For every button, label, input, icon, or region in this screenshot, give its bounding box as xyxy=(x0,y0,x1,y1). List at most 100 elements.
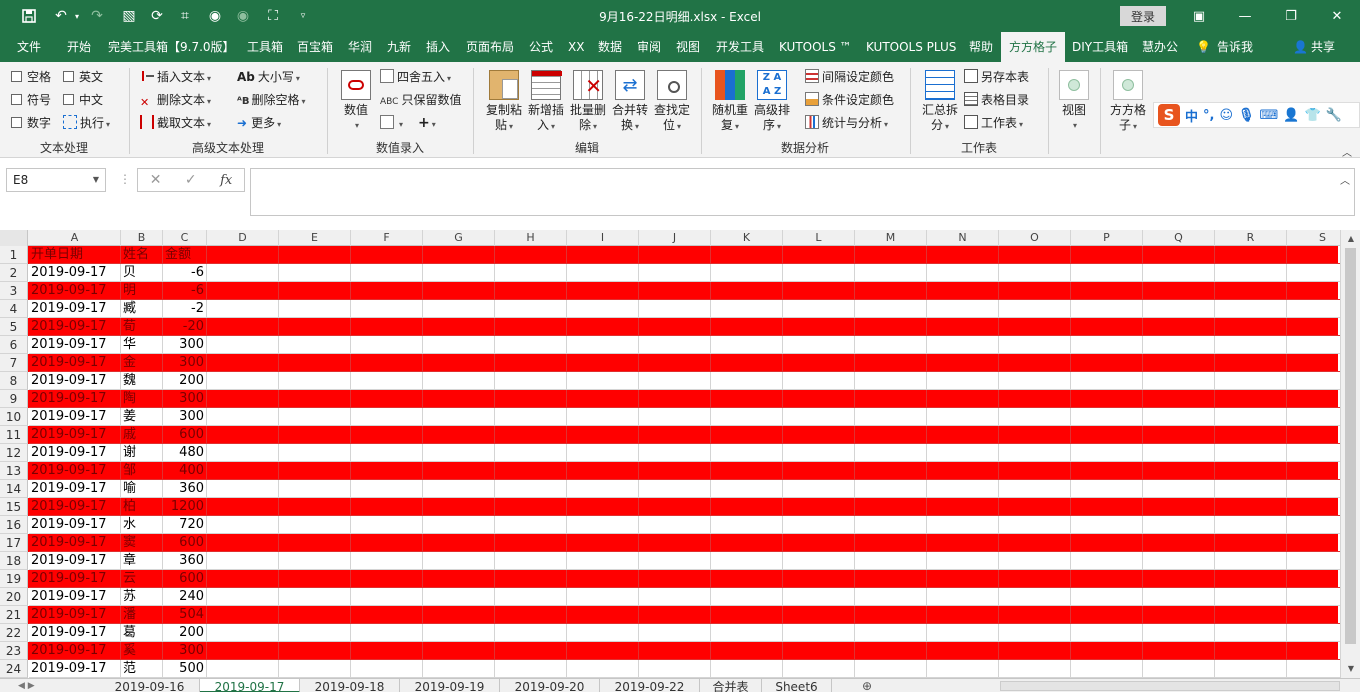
tab-6[interactable]: 九新 xyxy=(387,32,411,62)
ribbon-display-icon[interactable]: ▣ xyxy=(1184,4,1214,28)
tab-12[interactable]: 审阅 xyxy=(637,32,661,62)
close-icon[interactable]: ✕ xyxy=(1322,4,1352,28)
cell-a[interactable]: 开单日期 xyxy=(29,246,121,264)
cell-empty[interactable] xyxy=(639,480,711,498)
cell-c[interactable]: 300 xyxy=(163,408,207,426)
tab-0[interactable]: 文件 xyxy=(17,32,41,62)
more-button[interactable]: ➜ 更多 ▾ xyxy=(237,113,281,133)
cell-b[interactable]: 陶 xyxy=(121,390,163,408)
cell-empty[interactable] xyxy=(279,300,351,318)
cell-empty[interactable] xyxy=(1143,264,1215,282)
cell-empty[interactable] xyxy=(567,426,639,444)
scroll-down-icon[interactable]: ▼ xyxy=(1345,663,1357,675)
wrench-icon[interactable]: 🔧 xyxy=(1326,108,1342,123)
delete-space-button[interactable]: ᴬB 删除空格 ▾ xyxy=(237,90,306,110)
cell-c[interactable]: 600 xyxy=(163,570,207,588)
case-button[interactable]: Ab 大小写 ▾ xyxy=(237,67,300,87)
cell-empty[interactable] xyxy=(927,588,999,606)
emoji-icon[interactable]: ☺ xyxy=(1219,108,1233,123)
cell-empty[interactable] xyxy=(351,606,423,624)
cell-empty[interactable] xyxy=(1143,606,1215,624)
cell-empty[interactable] xyxy=(1143,588,1215,606)
cell-b[interactable]: 柏 xyxy=(121,498,163,516)
collapse-formula-icon[interactable]: ︿ xyxy=(1340,172,1350,187)
cell-empty[interactable] xyxy=(351,426,423,444)
restore-icon[interactable]: ❐ xyxy=(1276,4,1306,28)
cell-empty[interactable] xyxy=(495,390,567,408)
cell-a[interactable]: 2019-09-17 xyxy=(29,516,121,534)
cell-b[interactable]: 姜 xyxy=(121,408,163,426)
cell-empty[interactable] xyxy=(855,282,927,300)
cell-empty[interactable] xyxy=(495,660,567,678)
cell-empty[interactable] xyxy=(567,480,639,498)
sheet-tab-5[interactable]: 2019-09-22 xyxy=(600,679,700,692)
cell-b[interactable]: 明 xyxy=(121,282,163,300)
sheet-nav-arrows-icon[interactable]: ◀ ▶ xyxy=(18,679,35,692)
cell-empty[interactable] xyxy=(711,498,783,516)
add-sheet-icon[interactable]: ⊕ xyxy=(862,679,872,692)
column-header-o[interactable]: O xyxy=(999,230,1071,246)
cell-empty[interactable] xyxy=(423,498,495,516)
column-header-l[interactable]: L xyxy=(783,230,855,246)
select-all-corner[interactable] xyxy=(0,230,28,246)
cell-c[interactable]: 600 xyxy=(163,426,207,444)
cell-empty[interactable] xyxy=(783,588,855,606)
new-insert-button[interactable]: 新增插入 ▾ xyxy=(524,70,568,134)
cell-empty[interactable] xyxy=(855,246,927,264)
tab-8[interactable]: 页面布局 xyxy=(466,32,514,62)
cell-b[interactable]: 戚 xyxy=(121,426,163,444)
insert-function-icon[interactable]: fx xyxy=(220,173,232,188)
cell-empty[interactable] xyxy=(279,606,351,624)
cell-a[interactable]: 2019-09-17 xyxy=(29,318,121,336)
cell-empty[interactable] xyxy=(279,426,351,444)
cell-empty[interactable] xyxy=(999,570,1071,588)
cell-empty[interactable] xyxy=(351,552,423,570)
cell-empty[interactable] xyxy=(495,300,567,318)
sheet-tab-0[interactable]: 2019-09-16 xyxy=(100,679,200,692)
cell-empty[interactable] xyxy=(1143,534,1215,552)
tab-9[interactable]: 公式 xyxy=(529,32,553,62)
cell-empty[interactable] xyxy=(1071,570,1143,588)
cell-empty[interactable] xyxy=(999,300,1071,318)
login-button[interactable]: 登录 xyxy=(1120,6,1166,26)
cell-empty[interactable] xyxy=(495,264,567,282)
cell-empty[interactable] xyxy=(855,318,927,336)
cell-empty[interactable] xyxy=(783,246,855,264)
cell-empty[interactable] xyxy=(711,516,783,534)
cell-empty[interactable] xyxy=(1143,336,1215,354)
cell-empty[interactable] xyxy=(351,354,423,372)
undo-dropdown-icon[interactable]: ▾ xyxy=(66,6,88,26)
row-header[interactable]: 17 xyxy=(0,534,28,552)
cell-empty[interactable] xyxy=(711,264,783,282)
cell-empty[interactable] xyxy=(711,624,783,642)
cell-empty[interactable] xyxy=(711,246,783,264)
cell-empty[interactable] xyxy=(1215,372,1287,390)
cell-a[interactable]: 2019-09-17 xyxy=(29,444,121,462)
cell-empty[interactable] xyxy=(495,444,567,462)
cell-empty[interactable] xyxy=(1071,462,1143,480)
cell-empty[interactable] xyxy=(495,498,567,516)
cell-empty[interactable] xyxy=(711,606,783,624)
cell-empty[interactable] xyxy=(1143,246,1215,264)
cell-empty[interactable] xyxy=(351,462,423,480)
ime-chinese-mode[interactable]: 中 xyxy=(1185,106,1198,125)
cell-empty[interactable] xyxy=(351,444,423,462)
delete-text-button[interactable]: ✕ 删除文本 ▾ xyxy=(140,90,211,110)
cell-empty[interactable] xyxy=(567,372,639,390)
column-header-n[interactable]: N xyxy=(927,230,999,246)
cell-empty[interactable] xyxy=(279,264,351,282)
cell-empty[interactable] xyxy=(1071,318,1143,336)
column-header-b[interactable]: B xyxy=(121,230,163,246)
cell-c[interactable]: -6 xyxy=(163,264,207,282)
cell-empty[interactable] xyxy=(711,570,783,588)
cell-empty[interactable] xyxy=(999,336,1071,354)
cond-color-button[interactable]: 条件设定颜色 xyxy=(805,90,894,110)
cell-b[interactable]: 章 xyxy=(121,552,163,570)
cell-empty[interactable] xyxy=(639,462,711,480)
cell-empty[interactable] xyxy=(423,336,495,354)
cell-empty[interactable] xyxy=(999,354,1071,372)
cell-empty[interactable] xyxy=(351,282,423,300)
round-button[interactable]: 四舍五入 ▾ xyxy=(380,67,451,87)
cell-empty[interactable] xyxy=(711,426,783,444)
cell-empty[interactable] xyxy=(855,336,927,354)
